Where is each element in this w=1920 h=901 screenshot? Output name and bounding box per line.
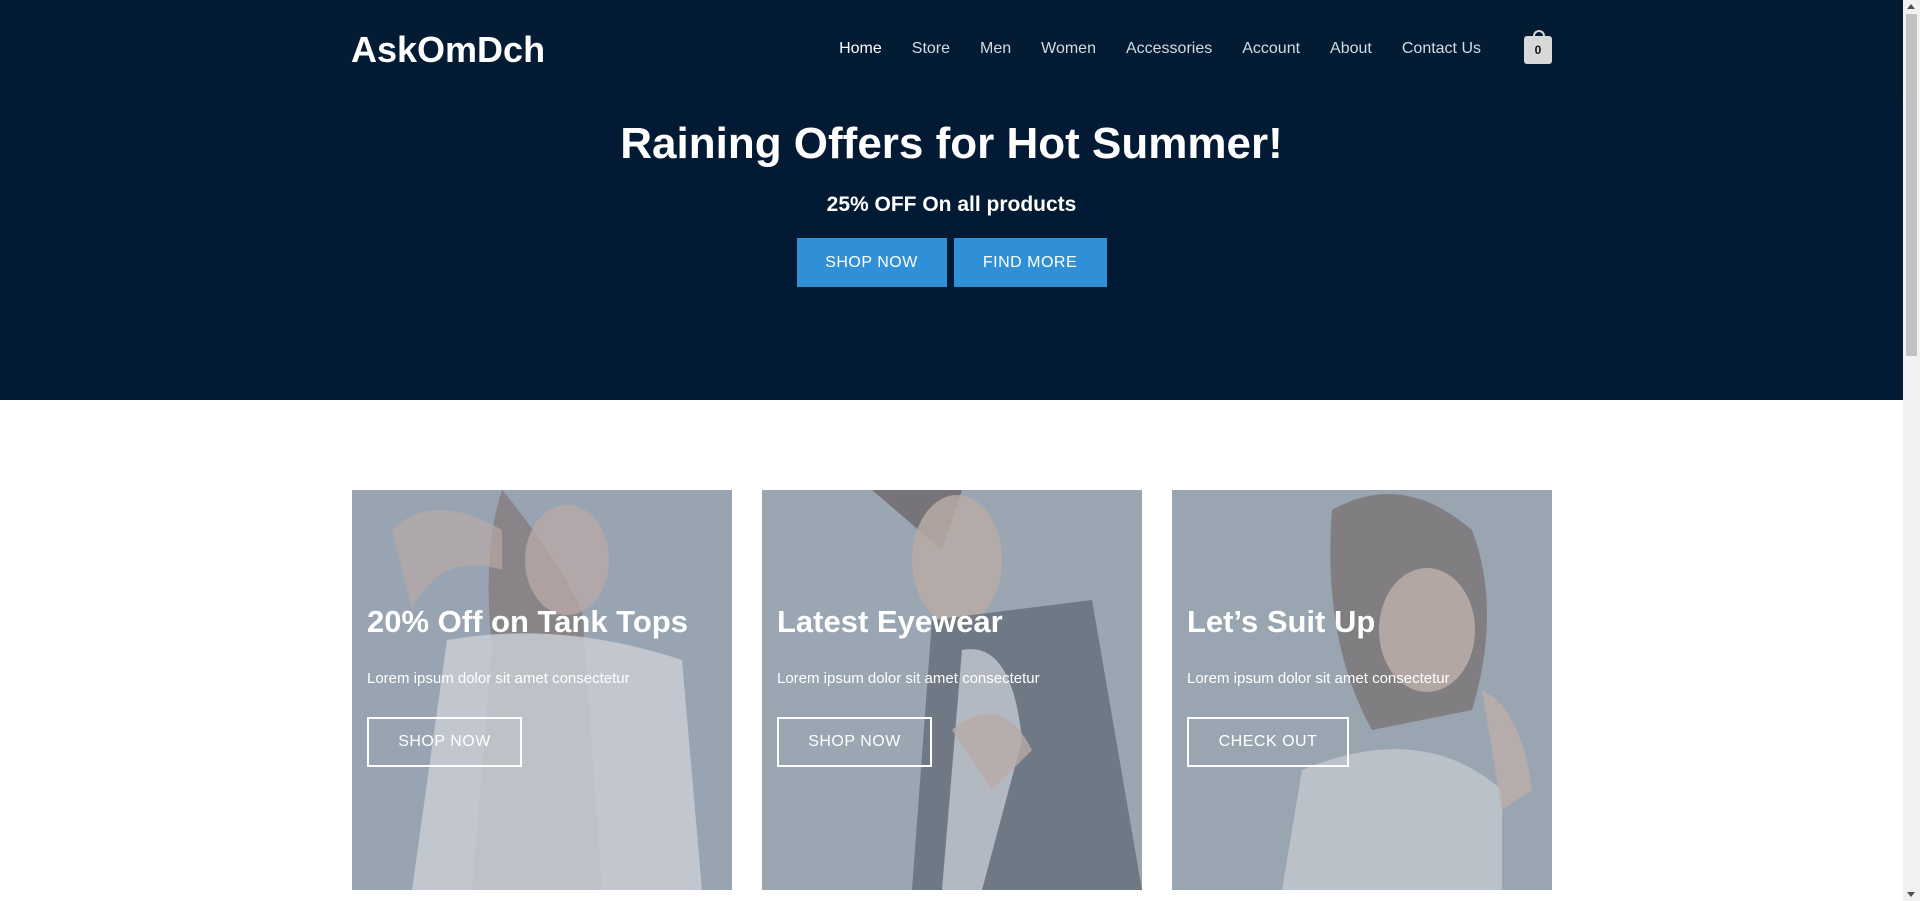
scroll-thumb[interactable]: [1906, 14, 1917, 356]
promo-title: 20% Off on Tank Tops: [367, 604, 688, 639]
site-header: AskOmDch Home Store Men Women Accessorie…: [0, 0, 1903, 100]
hero-subtitle: 25% OFF On all products: [826, 193, 1077, 216]
eyewear-model-image: [762, 490, 1142, 890]
nav-home[interactable]: Home: [839, 38, 882, 60]
hero-buttons: SHOP NOW FIND MORE: [0, 238, 1903, 287]
hero-shop-now-button[interactable]: SHOP NOW: [796, 238, 947, 287]
cart-count: 0: [1534, 43, 1542, 57]
nav-store[interactable]: Store: [912, 38, 950, 60]
main-nav: Home Store Men Women Accessories Account…: [809, 38, 1481, 60]
promo-shop-now-button[interactable]: SHOP NOW: [367, 717, 522, 767]
promo-check-out-button[interactable]: CHECK OUT: [1187, 717, 1349, 767]
promo-card-eyewear: Latest Eyewear Lorem ipsum dolor sit ame…: [762, 490, 1142, 890]
promo-title: Let’s Suit Up: [1187, 604, 1376, 639]
tank-top-model-image: [352, 490, 732, 890]
promo-card-suits: Let’s Suit Up Lorem ipsum dolor sit amet…: [1172, 490, 1552, 890]
promo-text: Lorem ipsum dolor sit amet consectetur: [777, 670, 1040, 687]
promo-shop-now-button[interactable]: SHOP NOW: [777, 717, 932, 767]
promo-card-tank-tops: 20% Off on Tank Tops Lorem ipsum dolor s…: [352, 490, 732, 890]
suits-model-image: [1172, 490, 1552, 890]
scroll-down-arrow-icon[interactable]: [1907, 892, 1915, 897]
scroll-up-arrow-icon[interactable]: [1907, 4, 1915, 9]
promo-title: Latest Eyewear: [777, 604, 1003, 639]
hero-banner: AskOmDch Home Store Men Women Accessorie…: [0, 0, 1903, 400]
nav-men[interactable]: Men: [980, 38, 1011, 60]
site-logo[interactable]: AskOmDch: [351, 28, 545, 72]
nav-women[interactable]: Women: [1041, 38, 1096, 60]
nav-accessories[interactable]: Accessories: [1126, 38, 1212, 60]
hero-find-more-button[interactable]: FIND MORE: [953, 238, 1107, 287]
nav-account[interactable]: Account: [1242, 38, 1300, 60]
promo-text: Lorem ipsum dolor sit amet consectetur: [1187, 670, 1450, 687]
nav-contact-us[interactable]: Contact Us: [1402, 38, 1481, 60]
promo-text: Lorem ipsum dolor sit amet consectetur: [367, 670, 630, 687]
page-scrollbar[interactable]: [1903, 0, 1920, 901]
nav-about[interactable]: About: [1330, 38, 1372, 60]
cart-button[interactable]: 0: [1524, 30, 1552, 64]
hero-title: Raining Offers for Hot Summer!: [620, 119, 1283, 168]
